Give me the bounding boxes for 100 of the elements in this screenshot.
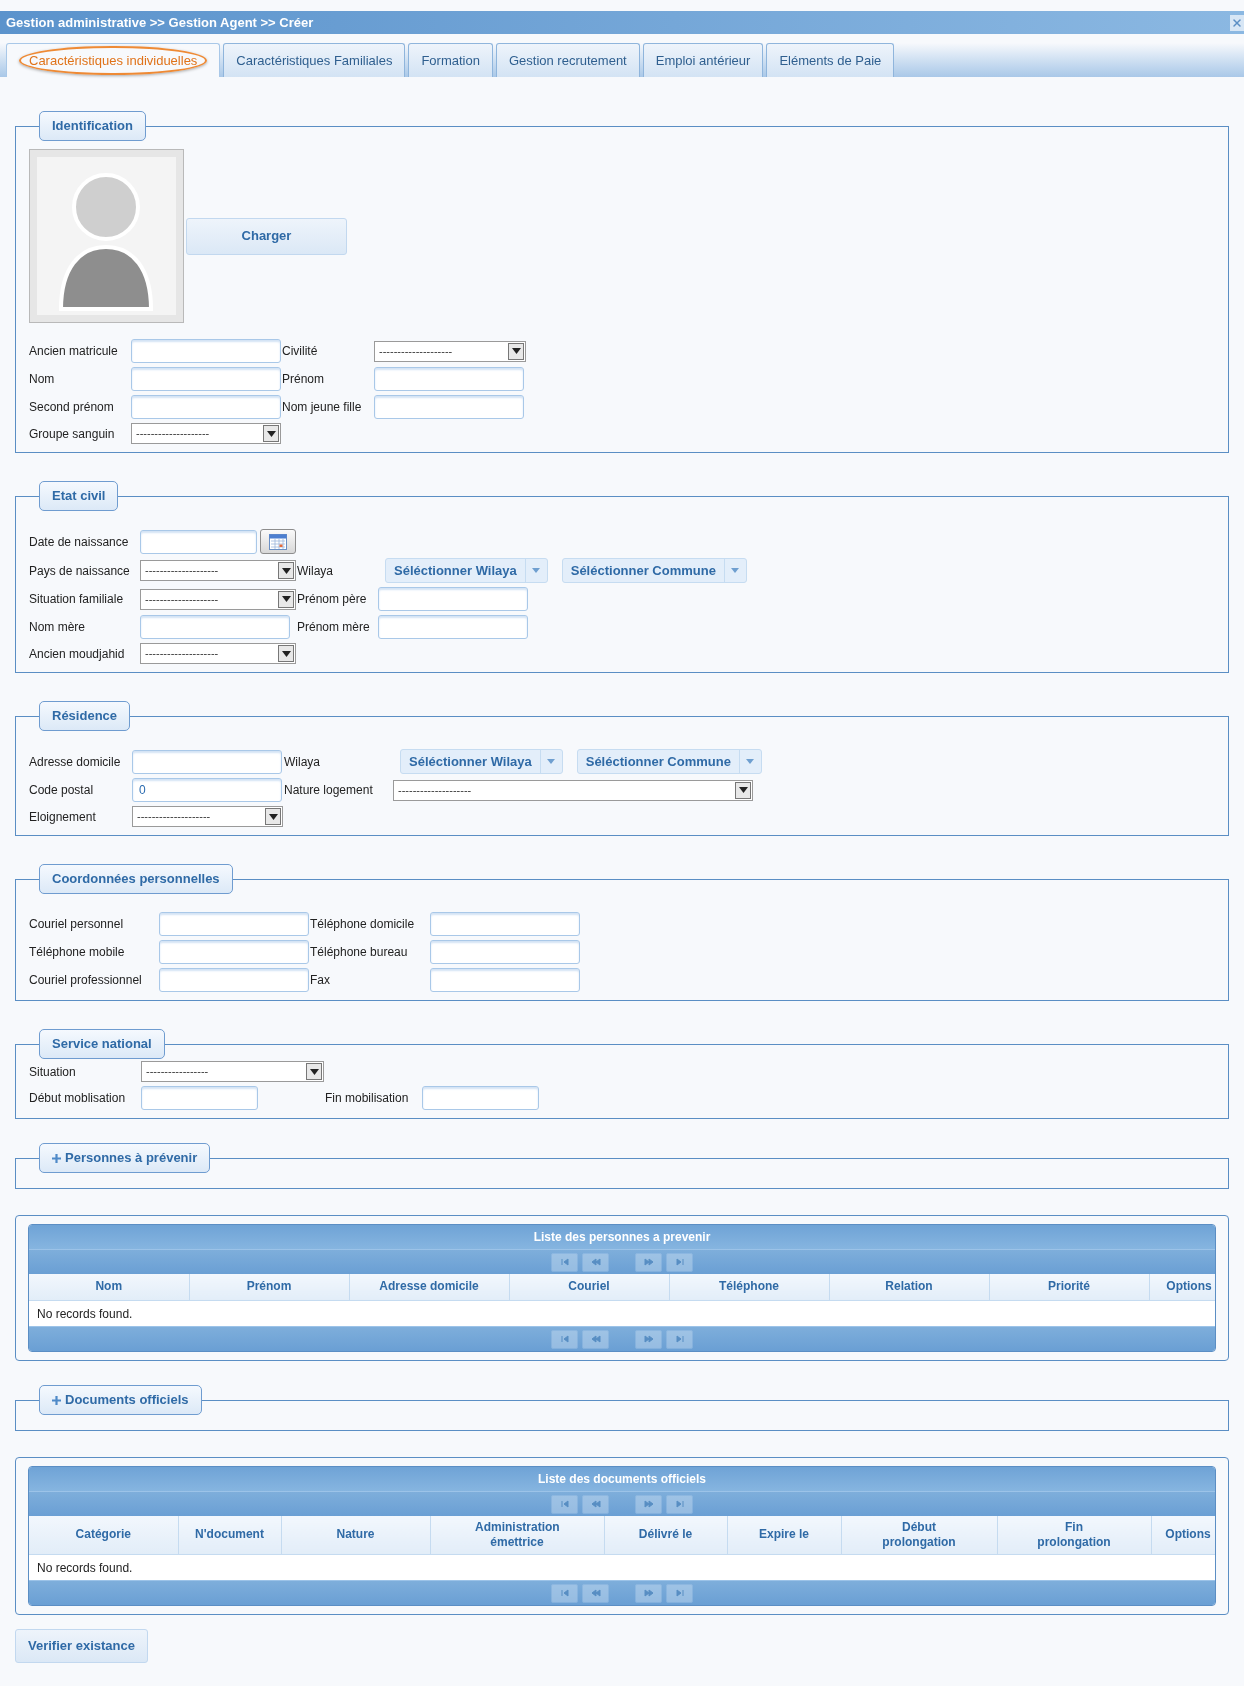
section-legend: Résidence [39, 701, 131, 731]
text-field[interactable]: 0 [132, 778, 282, 802]
field-label: Ancien moudjahid [29, 645, 126, 663]
dropdown-button[interactable]: Séléctionner Wilaya [400, 749, 563, 774]
text-field[interactable] [131, 339, 281, 363]
dropdown-button[interactable]: Séléctionner Commune [576, 749, 762, 774]
field-label: Prénom père [297, 591, 368, 608]
pager-icon [590, 1588, 601, 1598]
caret-icon [268, 813, 278, 820]
text-field[interactable] [378, 587, 528, 611]
field-label: Date de naissance [29, 533, 130, 551]
section-legend[interactable]: Documents officiels [39, 1385, 202, 1415]
pager-icon [674, 1334, 685, 1344]
tab[interactable]: Caractéristiques Familiales [223, 43, 406, 77]
dropdown[interactable]: ----------------- [141, 1061, 324, 1082]
verify-button[interactable]: Verifier existance [15, 1629, 148, 1663]
tab[interactable]: Emploi antérieur [642, 43, 764, 77]
upload-button[interactable]: Charger [186, 217, 347, 255]
field-label: Fin mobilisation [325, 1090, 410, 1107]
text-field[interactable] [430, 968, 580, 992]
column-header[interactable]: Fin prolongation [997, 1516, 1151, 1554]
text-field[interactable] [159, 968, 309, 992]
dropdown[interactable]: -------------------- [140, 588, 296, 610]
column-header[interactable]: Couriel [509, 1274, 669, 1300]
caret-icon [738, 787, 748, 793]
column-header[interactable]: Priorité [989, 1274, 1149, 1300]
text-field[interactable] [378, 615, 528, 639]
caret-icon [281, 567, 291, 574]
caret-icon [309, 1068, 319, 1075]
column-header[interactable]: Options [1149, 1274, 1215, 1300]
tab[interactable]: Caractéristiques individuelles [6, 43, 221, 77]
section-legend: Service national [39, 1029, 165, 1059]
close-icon [1231, 16, 1243, 29]
breadcrumb: Gestion administrative >> Gestion Agent >> Créer [6, 13, 314, 32]
field-label: Fax [310, 972, 331, 989]
dropdown[interactable]: -------------------- [140, 560, 296, 581]
text-field[interactable] [131, 367, 281, 391]
dropdown[interactable]: -------------------- [374, 340, 526, 362]
field-label: Civilité [282, 343, 319, 360]
dropdown[interactable]: -------------------- [140, 643, 296, 664]
pager-icon [643, 1334, 654, 1344]
text-field[interactable] [159, 940, 309, 964]
text-field[interactable] [141, 1086, 258, 1110]
column-header[interactable]: Début prolongation [841, 1516, 997, 1554]
text-field[interactable] [131, 395, 281, 419]
column-header[interactable]: Prénom [189, 1274, 349, 1300]
field-label: Wilaya [284, 753, 321, 771]
column-header[interactable]: Relation [829, 1274, 989, 1300]
tab[interactable]: Gestion recrutement [495, 43, 640, 77]
table-title: Liste des personnes a prevenir [533, 1229, 711, 1246]
dropdown[interactable]: -------------------- [132, 806, 283, 827]
plus-icon [52, 1153, 61, 1163]
empty-message: No records found. [37, 1307, 133, 1322]
section-legend: Identification [39, 111, 146, 141]
text-field[interactable] [430, 940, 580, 964]
column-header[interactable]: Catégorie [29, 1516, 178, 1554]
dropdown[interactable]: -------------------- [131, 423, 281, 444]
field-label: Pays de naissance [29, 562, 131, 580]
field-label: Nom [29, 371, 56, 388]
pager-icon [559, 1499, 570, 1509]
column-header[interactable]: Téléphone [669, 1274, 829, 1300]
field-label: Nom mère [29, 619, 86, 636]
text-field[interactable] [140, 615, 290, 639]
text-field[interactable] [430, 912, 580, 936]
column-header[interactable]: Expire le [727, 1516, 841, 1554]
column-header[interactable]: Options [1151, 1516, 1215, 1554]
column-header[interactable]: Nature [281, 1516, 430, 1554]
caret-icon [281, 596, 291, 602]
text-field[interactable] [374, 367, 524, 391]
tab[interactable]: Formation [408, 43, 493, 77]
text-field[interactable] [422, 1086, 539, 1110]
text-field[interactable] [140, 529, 257, 554]
text-field[interactable] [374, 395, 524, 419]
pager-icon [590, 1334, 601, 1344]
field-label: Téléphone mobile [29, 944, 126, 961]
dropdown-button[interactable]: Séléctionner Commune [561, 558, 747, 583]
dropdown-button[interactable]: Séléctionner Wilaya [385, 558, 548, 583]
column-header[interactable]: Délivré le [604, 1516, 727, 1554]
calendar-button[interactable] [260, 529, 296, 554]
pager-icon [643, 1499, 654, 1509]
tab[interactable]: Eléments de Paie [766, 43, 895, 77]
column-header[interactable]: Adresse domicile [349, 1274, 509, 1300]
column-header[interactable]: N'document [178, 1516, 281, 1554]
field-label: Situation [29, 1063, 77, 1081]
column-header[interactable]: Administration émettrice [430, 1516, 604, 1554]
field-label: Situation familiale [29, 591, 125, 608]
text-field[interactable] [132, 749, 282, 774]
dropdown[interactable]: -------------------- [393, 779, 753, 801]
section-legend: Coordonnées personnelles [39, 864, 233, 894]
pager-icon [674, 1588, 685, 1598]
column-header[interactable]: Nom [29, 1274, 189, 1300]
field-label: Prénom [282, 371, 326, 388]
pager-icon [559, 1257, 570, 1267]
section-legend[interactable]: Personnes à prévenir [39, 1143, 211, 1173]
pager-icon [674, 1499, 685, 1509]
pager-icon [643, 1588, 654, 1598]
field-label: Téléphone domicile [310, 916, 416, 933]
close-button[interactable] [1230, 14, 1244, 31]
field-label: Groupe sanguin [29, 425, 116, 443]
text-field[interactable] [159, 912, 309, 936]
